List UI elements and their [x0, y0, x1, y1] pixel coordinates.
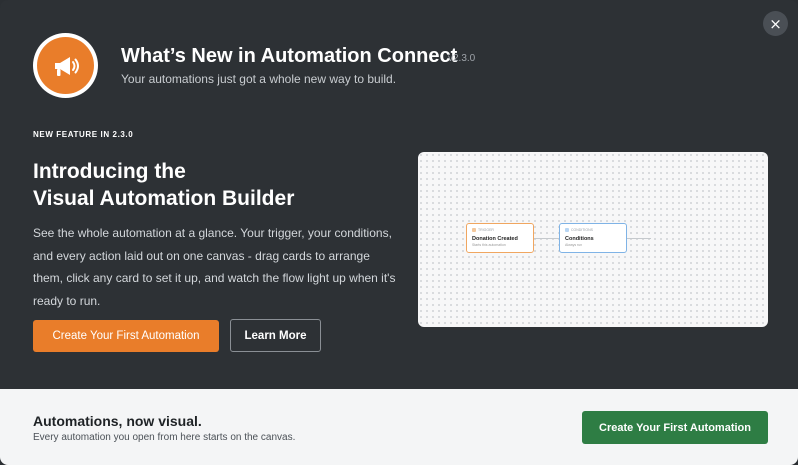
node-kind: TRIGGER	[478, 228, 494, 232]
conditions-node: CONDITIONS Conditions Always run	[559, 223, 627, 253]
connector-line	[534, 238, 559, 239]
app-logo	[33, 33, 98, 98]
footer-title: Automations, now visual.	[33, 413, 202, 429]
trigger-icon	[472, 228, 476, 232]
connector-line	[627, 238, 651, 239]
learn-more-button[interactable]: Learn More	[230, 319, 321, 352]
builder-preview-image: TRIGGER Donation Created Starts this aut…	[418, 152, 768, 327]
feature-description: See the whole automation at a glance. Yo…	[33, 226, 396, 308]
feature-headline: Introducing the Visual Automation Builde…	[33, 158, 373, 212]
node-subtitle: Always run	[565, 243, 583, 247]
app-title: What’s New in Automation Connect	[121, 45, 458, 67]
headline-line-1: Introducing the	[33, 160, 186, 183]
headline-line-2: Visual Automation Builder	[33, 187, 295, 210]
footer-bar: Automations, now visual. Every automatio…	[0, 389, 798, 465]
whats-new-modal: × What’s New in Automation Connect v2.3.…	[0, 0, 798, 465]
node-kind: CONDITIONS	[571, 228, 593, 232]
feature-tag: NEW FEATURE IN 2.3.0	[33, 130, 134, 139]
footer-subtitle: Every automation you open from here star…	[33, 432, 296, 443]
megaphone-icon	[37, 37, 94, 94]
create-automation-button[interactable]: Create Your First Automation	[33, 320, 219, 352]
node-title: Conditions	[565, 236, 594, 242]
close-button[interactable]: ×	[763, 11, 788, 36]
footer-create-automation-button[interactable]: Create Your First Automation	[582, 411, 768, 444]
version-label: v2.3.0	[448, 53, 476, 64]
close-icon: ×	[769, 14, 782, 33]
node-title: Donation Created	[472, 236, 518, 242]
node-subtitle: Starts this automation	[472, 243, 506, 247]
app-subtitle: Your automations just got a whole new wa…	[121, 72, 397, 86]
trigger-node: TRIGGER Donation Created Starts this aut…	[466, 223, 534, 253]
conditions-icon	[565, 228, 569, 232]
